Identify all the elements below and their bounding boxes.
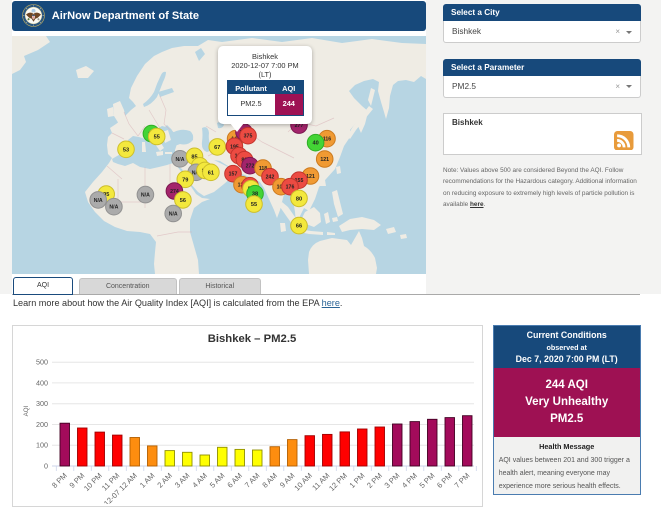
svg-text:80: 80 [296, 196, 302, 202]
svg-text:AQI: AQI [23, 405, 30, 416]
svg-text:157: 157 [229, 172, 238, 178]
svg-text:400: 400 [36, 378, 48, 387]
svg-text:277: 277 [295, 123, 304, 129]
svg-text:7 AM: 7 AM [243, 471, 262, 490]
svg-text:3 PM: 3 PM [383, 471, 402, 490]
svg-text:N/A: N/A [176, 157, 185, 163]
svg-text:55: 55 [154, 135, 160, 141]
svg-text:6 PM: 6 PM [435, 471, 454, 490]
svg-text:1 AM: 1 AM [138, 471, 157, 490]
svg-text:176: 176 [286, 185, 295, 191]
svg-text:10 AM: 10 AM [292, 471, 314, 493]
svg-text:0: 0 [44, 461, 48, 470]
svg-text:N/A: N/A [109, 205, 118, 211]
svg-text:53: 53 [123, 147, 129, 153]
svg-text:7 PM: 7 PM [453, 471, 472, 490]
svg-text:5 PM: 5 PM [418, 471, 437, 490]
svg-text:55: 55 [251, 202, 257, 208]
svg-text:56: 56 [180, 198, 186, 204]
svg-text:40: 40 [312, 141, 318, 147]
svg-text:Bishkek – PM2.5: Bishkek – PM2.5 [208, 333, 297, 345]
svg-text:200: 200 [36, 420, 48, 429]
svg-text:4 PM: 4 PM [400, 471, 419, 490]
svg-text:100: 100 [36, 441, 48, 450]
svg-text:242: 242 [266, 175, 275, 181]
svg-text:61: 61 [208, 170, 214, 176]
svg-text:79: 79 [182, 177, 188, 183]
svg-text:8 PM: 8 PM [50, 471, 69, 490]
svg-text:N/A: N/A [141, 193, 150, 199]
svg-text:5 AM: 5 AM [208, 471, 227, 490]
svg-text:300: 300 [36, 399, 48, 408]
svg-text:121: 121 [320, 157, 329, 163]
svg-text:10 PM: 10 PM [82, 471, 104, 493]
svg-text:375: 375 [244, 134, 253, 140]
svg-text:500: 500 [36, 358, 48, 367]
svg-text:1 PM: 1 PM [348, 471, 367, 490]
svg-text:6 AM: 6 AM [225, 471, 244, 490]
svg-text:12 PM: 12 PM [327, 471, 349, 493]
svg-text:272: 272 [246, 164, 255, 170]
svg-text:67: 67 [214, 145, 220, 151]
svg-text:3 AM: 3 AM [173, 471, 192, 490]
svg-text:2 AM: 2 AM [155, 471, 174, 490]
svg-text:N/A: N/A [169, 212, 178, 218]
svg-text:4 AM: 4 AM [190, 471, 209, 490]
svg-text:8 AM: 8 AM [260, 471, 279, 490]
svg-text:2 PM: 2 PM [365, 471, 384, 490]
svg-text:66: 66 [296, 224, 302, 230]
svg-text:N/A: N/A [94, 198, 103, 204]
